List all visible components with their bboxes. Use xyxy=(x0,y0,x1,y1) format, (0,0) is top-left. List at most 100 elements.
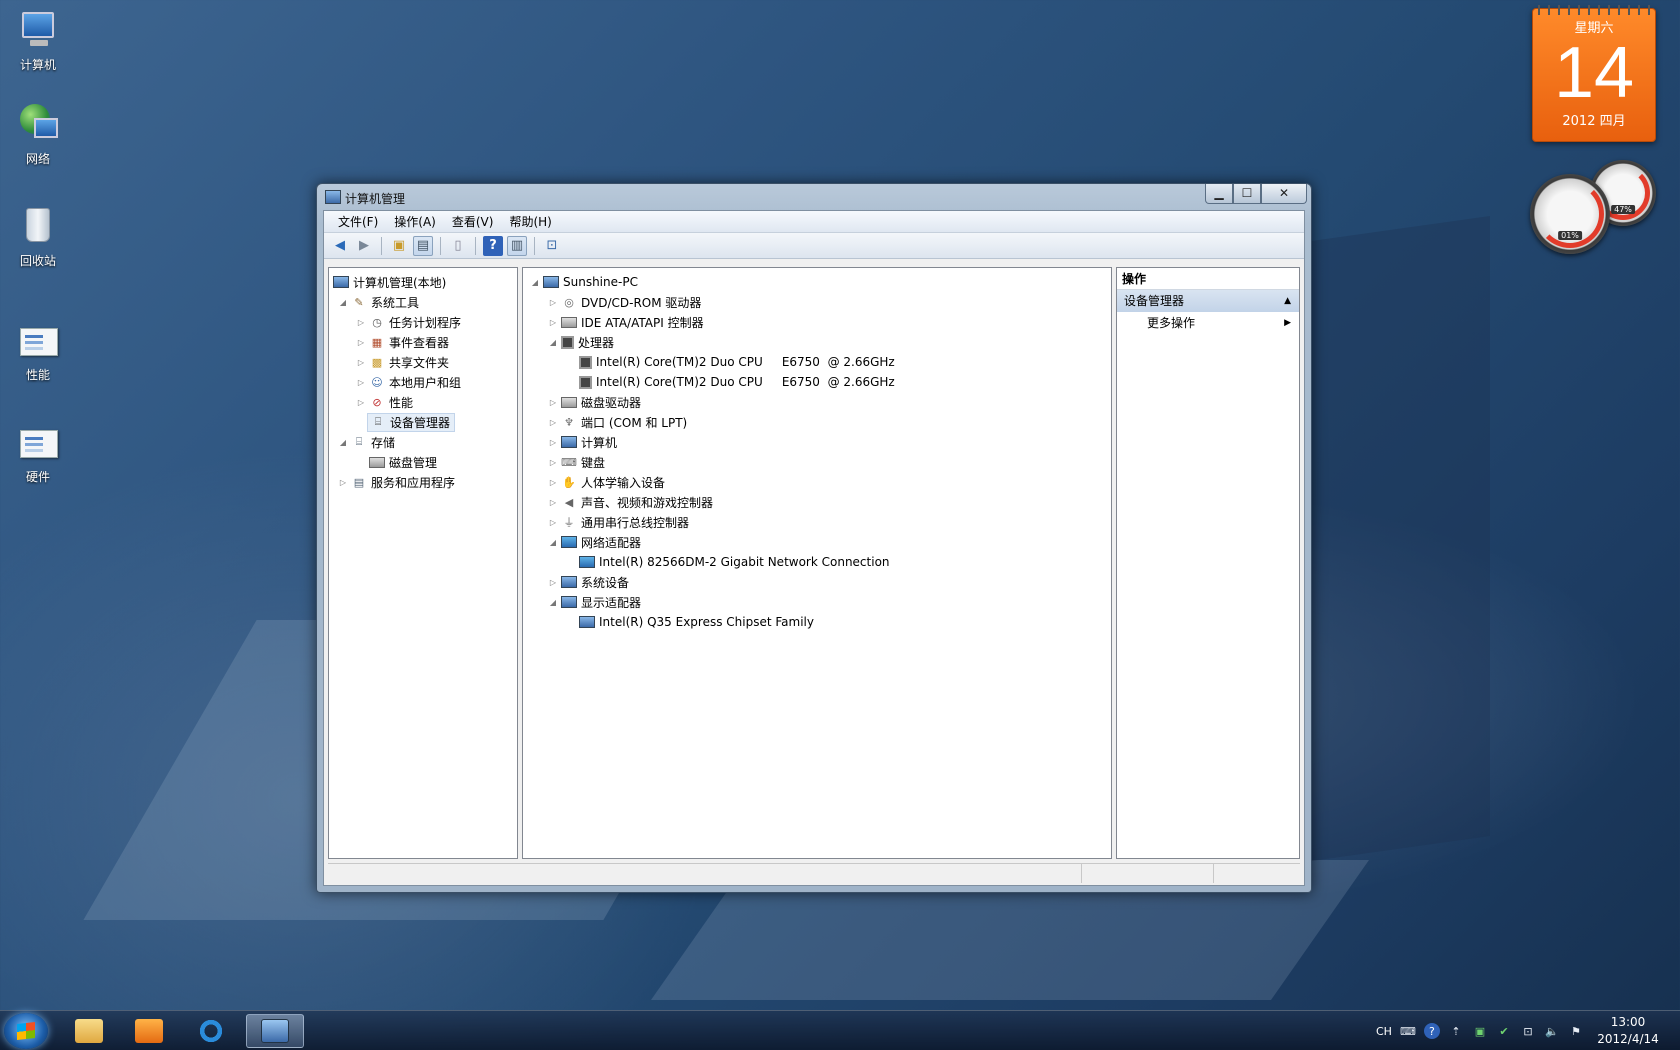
taskbar-computer-management-button[interactable] xyxy=(246,1014,304,1048)
taskbar-clock[interactable]: 13:00 2012/4/14 xyxy=(1590,1014,1666,1048)
action-center-flag-icon[interactable]: ⚑ xyxy=(1568,1023,1584,1039)
device-node-ports[interactable]: ▷ ♆ 端口 (COM 和 LPT) xyxy=(525,412,1111,432)
actions-group-device-manager[interactable]: 设备管理器 ▲ xyxy=(1117,290,1299,312)
start-button[interactable] xyxy=(4,1013,48,1049)
device-node-disk-drives[interactable]: ▷ 磁盘驱动器 xyxy=(525,392,1111,412)
tree-node-root[interactable]: 计算机管理(本地) xyxy=(331,272,517,292)
scan-hardware-icon[interactable]: ⊡ xyxy=(542,236,562,256)
tree-node-performance[interactable]: ▷ ⊘ 性能 xyxy=(331,392,517,412)
more-actions-item[interactable]: 更多操作 ▶ xyxy=(1117,312,1299,334)
forward-arrow-icon[interactable]: ▶ xyxy=(354,236,374,256)
properties-icon[interactable]: ▯ xyxy=(448,236,468,256)
show-hidden-icons-icon[interactable]: ⇡ xyxy=(1448,1023,1464,1039)
expand-triangle-icon[interactable]: ▷ xyxy=(355,318,367,327)
network-status-icon[interactable]: ⊡ xyxy=(1520,1023,1536,1039)
help-icon[interactable]: ? xyxy=(1423,1023,1440,1039)
maximize-button[interactable]: ☐ xyxy=(1233,184,1261,204)
device-node-gpu[interactable]: Intel(R) Q35 Express Chipset Family xyxy=(525,612,1111,632)
expand-triangle-icon[interactable]: ▷ xyxy=(547,398,559,407)
device-node-ide[interactable]: ▷ IDE ATA/ATAPI 控制器 xyxy=(525,312,1111,332)
collapse-triangle-icon[interactable]: ◢ xyxy=(337,438,349,447)
expand-triangle-icon[interactable]: ▷ xyxy=(547,498,559,507)
collapse-triangle-icon[interactable]: ◢ xyxy=(529,278,541,287)
expand-triangle-icon[interactable]: ▷ xyxy=(547,298,559,307)
device-node-sound[interactable]: ▷ ◀ 声音、视频和游戏控制器 xyxy=(525,492,1111,512)
device-node-processors[interactable]: ◢ 处理器 xyxy=(525,332,1111,352)
tree-node-task-scheduler[interactable]: ▷ ◷ 任务计划程序 xyxy=(331,312,517,332)
expand-triangle-icon[interactable]: ▷ xyxy=(547,438,559,447)
tree-node-system-tools[interactable]: ◢ ✎ 系统工具 xyxy=(331,292,517,312)
tree-node-disk-management[interactable]: 磁盘管理 xyxy=(331,452,517,472)
expand-triangle-icon[interactable]: ▷ xyxy=(337,478,349,487)
minimize-button[interactable]: ▁ xyxy=(1205,184,1233,204)
device-tree-pane[interactable]: ◢ Sunshine-PC ▷ ◎ DVD/CD-ROM 驱动器 ▷ IDE A… xyxy=(522,267,1112,859)
close-button[interactable]: ✕ xyxy=(1261,184,1307,204)
device-node-display-adapters[interactable]: ◢ 显示适配器 xyxy=(525,592,1111,612)
tree-node-services-apps[interactable]: ▷ ▤ 服务和应用程序 xyxy=(331,472,517,492)
action-pane-icon[interactable]: ▥ xyxy=(507,235,527,256)
taskbar-media-player-button[interactable] xyxy=(120,1014,178,1048)
dvd-drive-icon: ◎ xyxy=(564,295,574,309)
calendar-gadget[interactable]: 星期六 14 2012 四月 xyxy=(1532,5,1656,142)
taskbar-ie-button[interactable] xyxy=(182,1014,240,1048)
device-node-dvd[interactable]: ▷ ◎ DVD/CD-ROM 驱动器 xyxy=(525,292,1111,312)
ide-controller-icon xyxy=(561,316,577,328)
device-node-cpu-1[interactable]: Intel(R) Core(TM)2 Duo CPU E6750 @ 2.66G… xyxy=(525,352,1111,372)
checkmark-icon[interactable]: ✔ xyxy=(1496,1023,1512,1039)
device-node-hid[interactable]: ▷ ✋ 人体学输入设备 xyxy=(525,472,1111,492)
expand-triangle-icon[interactable]: ▷ xyxy=(355,398,367,407)
device-node-keyboard[interactable]: ▷ ⌨ 键盘 xyxy=(525,452,1111,472)
collapse-up-icon[interactable]: ▲ xyxy=(1284,290,1291,312)
taskbar-explorer-button[interactable] xyxy=(60,1014,118,1048)
window-titlebar[interactable]: 计算机管理 ▁ ☐ ✕ xyxy=(317,184,1311,210)
device-node-computer[interactable]: ▷ 计算机 xyxy=(525,432,1111,452)
desktop-icon-computer[interactable]: 计算机 xyxy=(6,8,70,73)
tree-node-shared-folders[interactable]: ▷ ▩ 共享文件夹 xyxy=(331,352,517,372)
menu-file[interactable]: 文件(F) xyxy=(330,213,386,230)
expand-triangle-icon[interactable]: ▷ xyxy=(547,478,559,487)
device-node-computer-root[interactable]: ◢ Sunshine-PC xyxy=(525,272,1111,292)
show-tree-icon[interactable]: ▤ xyxy=(413,235,433,256)
menu-help[interactable]: 帮助(H) xyxy=(501,213,559,230)
expand-triangle-icon[interactable]: ▷ xyxy=(547,318,559,327)
document-icon xyxy=(16,318,60,362)
device-node-nic[interactable]: Intel(R) 82566DM-2 Gigabit Network Conne… xyxy=(525,552,1111,572)
expand-triangle-icon[interactable]: ▷ xyxy=(547,518,559,527)
security-icon[interactable]: ▣ xyxy=(1472,1023,1488,1039)
expand-triangle-icon[interactable]: ▷ xyxy=(547,418,559,427)
expand-triangle-icon[interactable]: ▷ xyxy=(355,378,367,387)
collapse-triangle-icon[interactable]: ◢ xyxy=(337,298,349,307)
expand-triangle-icon[interactable]: ▷ xyxy=(355,358,367,367)
desktop-icon-recycle-bin[interactable]: 回收站 xyxy=(6,204,70,269)
menu-view[interactable]: 查看(V) xyxy=(444,213,502,230)
device-node-cpu-2[interactable]: Intel(R) Core(TM)2 Duo CPU E6750 @ 2.66G… xyxy=(525,372,1111,392)
expand-triangle-icon[interactable]: ▷ xyxy=(547,578,559,587)
collapse-triangle-icon[interactable]: ◢ xyxy=(547,338,559,347)
up-folder-icon[interactable]: ▣ xyxy=(389,236,409,256)
tree-node-label: 性能 xyxy=(389,395,414,410)
language-indicator[interactable]: CH xyxy=(1376,1025,1392,1038)
desktop-icon-performance[interactable]: 性能 xyxy=(6,318,70,383)
desktop-icon-network[interactable]: 网络 xyxy=(6,102,70,167)
cpu-meter-gadget[interactable]: 47% 01% xyxy=(1530,160,1660,255)
expand-triangle-icon[interactable]: ▷ xyxy=(355,338,367,347)
collapse-triangle-icon[interactable]: ◢ xyxy=(547,598,559,607)
keyboard-icon[interactable]: ⌨ xyxy=(1400,1023,1416,1039)
tree-node-local-users[interactable]: ▷ ☺ 本地用户和组 xyxy=(331,372,517,392)
menu-action[interactable]: 操作(A) xyxy=(386,213,444,230)
device-node-network-adapters[interactable]: ◢ 网络适配器 xyxy=(525,532,1111,552)
back-arrow-icon[interactable]: ◀ xyxy=(330,236,350,256)
tree-node-storage[interactable]: ◢ ⌸ 存储 xyxy=(331,432,517,452)
tree-node-device-manager[interactable]: ⌸ 设备管理器 xyxy=(331,412,517,432)
device-node-system-devices[interactable]: ▷ 系统设备 xyxy=(525,572,1111,592)
volume-icon[interactable]: 🔈 xyxy=(1544,1023,1560,1039)
collapse-triangle-icon[interactable]: ◢ xyxy=(547,538,559,547)
device-node-usb[interactable]: ▷ ⏚ 通用串行总线控制器 xyxy=(525,512,1111,532)
actions-header: 操作 xyxy=(1117,268,1299,290)
expand-triangle-icon[interactable]: ▷ xyxy=(547,458,559,467)
desktop-icon-hardware[interactable]: 硬件 xyxy=(6,420,70,485)
help-icon[interactable]: ? xyxy=(483,235,503,256)
tree-node-label: 显示适配器 xyxy=(581,595,642,610)
tree-node-event-viewer[interactable]: ▷ ▦ 事件查看器 xyxy=(331,332,517,352)
navigation-tree-pane[interactable]: 计算机管理(本地) ◢ ✎ 系统工具 ▷ ◷ 任务计划程序 ▷ ▦ 事件查看器 … xyxy=(328,267,518,859)
